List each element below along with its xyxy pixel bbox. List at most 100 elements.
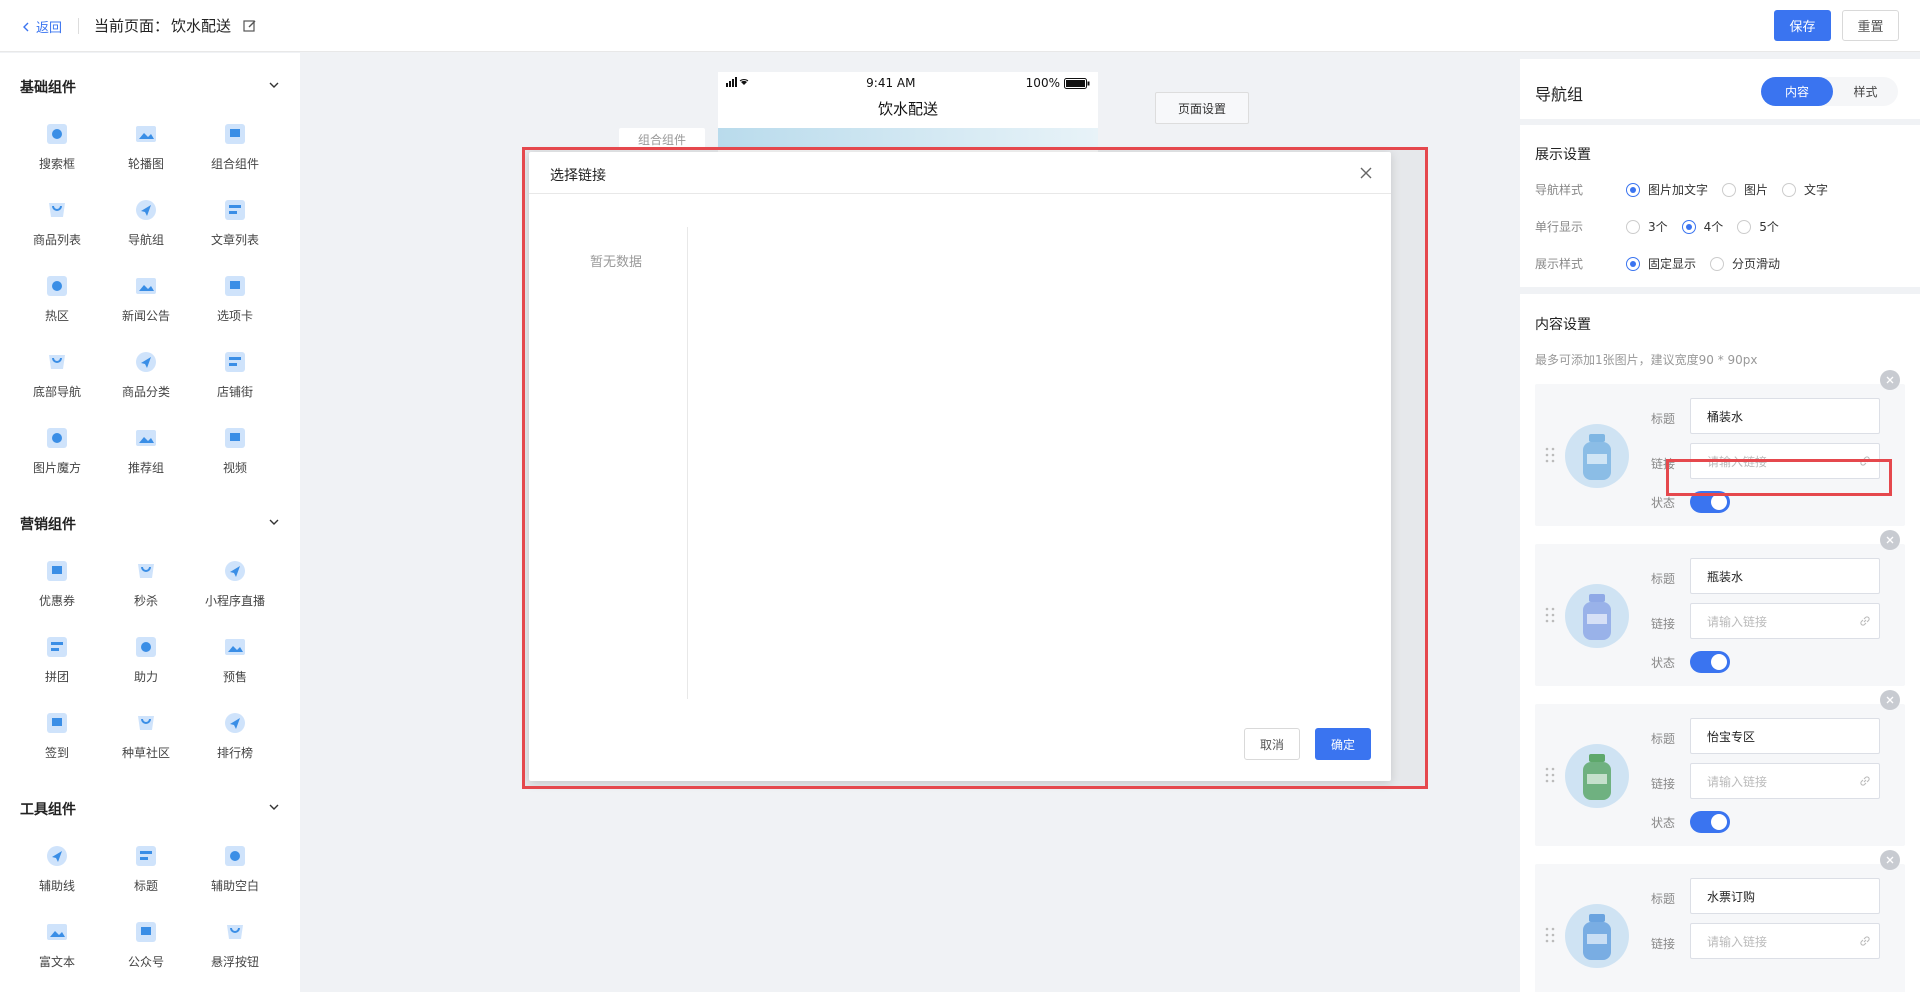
component-item[interactable]: 轮播图 <box>101 121 191 172</box>
remove-item-button[interactable] <box>1880 850 1900 870</box>
radio-option[interactable]: 3个 <box>1626 218 1668 235</box>
chevron-down-icon[interactable] <box>268 516 280 528</box>
field-title-label: 标题 <box>1651 732 1676 746</box>
status-toggle[interactable] <box>1690 651 1730 673</box>
section-tools[interactable]: 工具组件 <box>20 799 280 819</box>
radio-icon[interactable] <box>1737 219 1752 234</box>
radio-option[interactable]: 文字 <box>1782 181 1828 198</box>
nav-item-image[interactable] <box>1565 904 1629 968</box>
tab-style[interactable]: 样式 <box>1833 77 1898 106</box>
reset-button[interactable]: 重置 <box>1842 10 1899 41</box>
section-basic[interactable]: 基础组件 <box>20 77 280 97</box>
cancel-button[interactable]: 取消 <box>1244 728 1300 760</box>
radio-option[interactable]: 图片 <box>1722 181 1768 198</box>
page-settings-button[interactable]: 页面设置 <box>1155 92 1249 124</box>
component-item[interactable]: 图片魔方 <box>12 425 102 476</box>
field-title-label: 标题 <box>1651 412 1676 426</box>
radio-option[interactable]: 5个 <box>1737 218 1779 235</box>
radio-option[interactable]: 4个 <box>1681 218 1723 235</box>
section-marketing[interactable]: 营销组件 <box>20 514 280 534</box>
component-item[interactable]: 辅助空白 <box>190 843 280 894</box>
title-input[interactable]: 瓶装水 <box>1690 558 1880 594</box>
link-input[interactable]: 请输入链接 <box>1690 923 1880 959</box>
chevron-down-icon[interactable] <box>268 801 280 813</box>
component-item[interactable]: 店铺街 <box>190 349 280 400</box>
chevron-left-icon <box>23 22 29 31</box>
radio-icon[interactable] <box>1681 219 1696 234</box>
confirm-button[interactable]: 确定 <box>1315 728 1371 760</box>
component-item[interactable]: 商品分类 <box>101 349 191 400</box>
nav-item-image[interactable] <box>1565 744 1629 808</box>
component-item[interactable]: 富文本 <box>12 919 102 970</box>
link-icon[interactable] <box>1859 775 1871 787</box>
radio-option[interactable]: 固定显示 <box>1626 255 1696 272</box>
radio-icon[interactable] <box>1626 256 1640 271</box>
component-item[interactable]: 标题 <box>101 843 191 894</box>
back-button[interactable]: 返回 <box>22 17 62 36</box>
radio-icon[interactable] <box>1710 256 1725 271</box>
radio-icon[interactable] <box>1626 182 1640 197</box>
component-item[interactable]: 秒杀 <box>101 558 191 609</box>
component-item[interactable]: 选项卡 <box>190 273 280 324</box>
link-input[interactable]: 请输入链接 <box>1690 603 1880 639</box>
status-toggle[interactable] <box>1690 811 1730 833</box>
component-item[interactable]: 商品列表 <box>12 197 102 248</box>
edit-icon[interactable] <box>243 19 257 33</box>
component-item[interactable]: 种草社区 <box>101 710 191 761</box>
title-input[interactable]: 水票订购 <box>1690 878 1880 914</box>
component-item[interactable]: 助力 <box>101 634 191 685</box>
component-label: 优惠券 <box>38 594 75 608</box>
radio-label: 3个 <box>1648 220 1668 234</box>
save-button[interactable]: 保存 <box>1774 10 1831 41</box>
drag-handle-icon[interactable] <box>1545 926 1555 944</box>
link-input[interactable]: 请输入链接 <box>1690 763 1880 799</box>
drag-handle-icon[interactable] <box>1545 446 1555 464</box>
link-icon[interactable] <box>1859 615 1871 627</box>
radio-icon[interactable] <box>1782 182 1797 197</box>
close-icon[interactable] <box>1359 166 1373 180</box>
component-icon <box>44 558 70 584</box>
component-item[interactable]: 小程序直播 <box>190 558 280 609</box>
link-placeholder: 请输入链接 <box>1707 614 1768 629</box>
component-item[interactable]: 搜索框 <box>12 121 102 172</box>
remove-item-button[interactable] <box>1880 690 1900 710</box>
component-item[interactable]: 新闻公告 <box>101 273 191 324</box>
component-item[interactable]: 导航组 <box>101 197 191 248</box>
radio-option[interactable]: 图片加文字 <box>1626 181 1708 198</box>
component-item[interactable]: 文章列表 <box>190 197 280 248</box>
chevron-down-icon[interactable] <box>268 79 280 91</box>
radio-icon[interactable] <box>1722 182 1737 197</box>
component-item[interactable]: 优惠券 <box>12 558 102 609</box>
link-icon[interactable] <box>1859 455 1871 467</box>
component-item[interactable]: 悬浮按钮 <box>190 919 280 970</box>
link-input[interactable]: 请输入链接 <box>1690 443 1880 479</box>
component-item[interactable]: 排行榜 <box>190 710 280 761</box>
drag-handle-icon[interactable] <box>1545 606 1555 624</box>
component-item[interactable]: 预售 <box>190 634 280 685</box>
component-item[interactable]: 热区 <box>12 273 102 324</box>
remove-item-button[interactable] <box>1880 370 1900 390</box>
title-input[interactable]: 怡宝专区 <box>1690 718 1880 754</box>
status-toggle[interactable] <box>1690 491 1730 513</box>
component-label: 辅助线 <box>38 879 75 893</box>
component-item[interactable]: 底部导航 <box>12 349 102 400</box>
link-icon[interactable] <box>1859 935 1871 947</box>
tab-content[interactable]: 内容 <box>1761 77 1833 106</box>
drag-handle-icon[interactable] <box>1545 766 1555 784</box>
title-input[interactable]: 桶装水 <box>1690 398 1880 434</box>
nav-item-image[interactable] <box>1565 584 1629 648</box>
display-settings-card: 展示设置 导航样式 图片加文字 图片 文字 单行显示 3个 4个 5个 展示样式 固定显… <box>1520 125 1920 287</box>
component-item[interactable]: 视频 <box>190 425 280 476</box>
nav-item-image[interactable] <box>1565 424 1629 488</box>
component-item[interactable]: 推荐组 <box>101 425 191 476</box>
component-item[interactable]: 签到 <box>12 710 102 761</box>
remove-item-button[interactable] <box>1880 530 1900 550</box>
component-item[interactable]: 拼团 <box>12 634 102 685</box>
radio-option[interactable]: 分页滑动 <box>1710 255 1780 272</box>
component-panel: 基础组件 搜索框 轮播图 组合组件商品列表 导航组 文章列表热区 新闻公告 选项卡底部导航 商… <box>0 53 300 992</box>
radio-icon[interactable] <box>1626 219 1640 234</box>
component-item[interactable]: 组合组件 <box>190 121 280 172</box>
component-item[interactable]: 公众号 <box>101 919 191 970</box>
component-label: 公众号 <box>127 955 164 969</box>
component-item[interactable]: 辅助线 <box>12 843 102 894</box>
